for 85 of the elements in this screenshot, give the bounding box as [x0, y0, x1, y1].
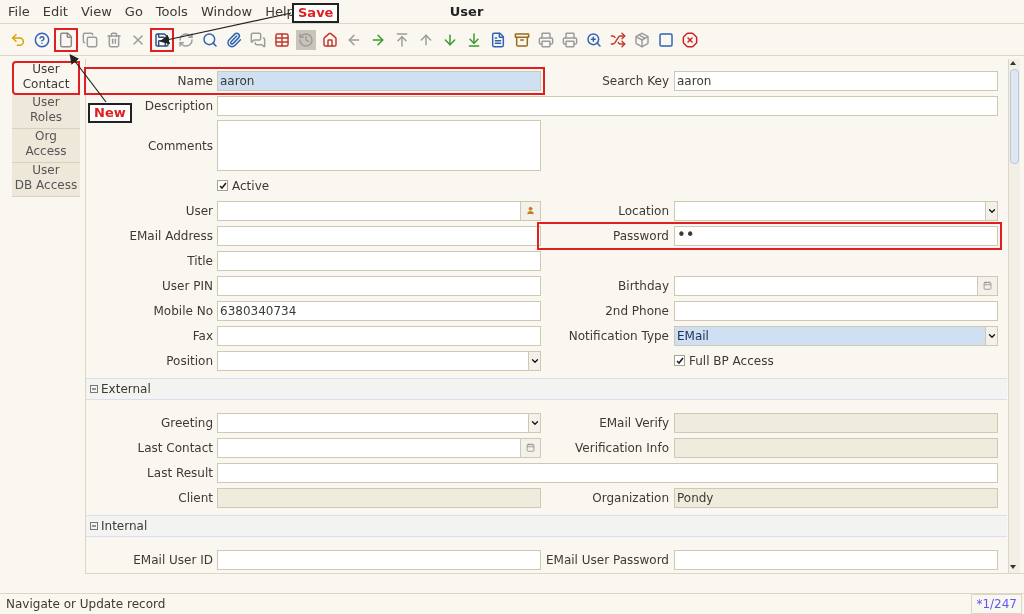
text-field[interactable] [217, 549, 541, 570]
field-label: Client [178, 490, 213, 505]
callout-label: Save [292, 3, 340, 23]
field-label: Description [144, 98, 213, 113]
field-label: Mobile No [153, 303, 213, 318]
field-label: 2nd Phone [605, 303, 669, 318]
field-label: Password [612, 228, 669, 243]
collapse-icon[interactable] [90, 385, 98, 393]
calendar-icon[interactable] [520, 438, 540, 457]
date-field[interactable] [674, 275, 998, 296]
field-label: Title [187, 253, 213, 268]
save-icon[interactable] [152, 29, 172, 50]
new-document-icon[interactable] [56, 29, 76, 50]
menu-item[interactable]: Edit [42, 1, 68, 22]
section-header[interactable]: Internal [86, 515, 1007, 537]
field-label: Fax [192, 328, 213, 343]
menu-item[interactable]: File [8, 1, 30, 22]
field-label: User [185, 203, 213, 218]
password-field[interactable]: •• [674, 225, 998, 246]
field-value: aaron [220, 72, 255, 90]
section-header[interactable]: External [86, 378, 1007, 400]
tab[interactable]: User DB Access [12, 163, 80, 197]
text-field[interactable] [217, 325, 541, 346]
scroll-up-icon[interactable] [1009, 59, 1017, 67]
comments-field[interactable] [217, 120, 541, 171]
arrow [69, 54, 107, 103]
field-value: Pondy [677, 489, 714, 507]
text-field[interactable]: aaron [674, 70, 998, 91]
field-label: Search Key [602, 73, 669, 88]
tab[interactable]: User Roles [12, 95, 80, 129]
checkbox-label: Active [232, 177, 270, 195]
tab[interactable]: User Contact [12, 61, 80, 95]
menu-item[interactable]: View [80, 1, 112, 22]
window-title: User [449, 2, 484, 21]
calendar-icon[interactable] [977, 276, 997, 295]
field-label: User PIN [162, 278, 213, 293]
text-field[interactable] [217, 225, 541, 246]
field-label: Comments [147, 138, 213, 153]
field-label: EMail User Password [546, 552, 669, 567]
field-label: Name [177, 73, 213, 88]
field-label: Organization [592, 490, 669, 505]
field-label: Last Result [147, 465, 213, 480]
field-value: aaron [677, 72, 712, 90]
record-counter: *1/247 [971, 594, 1022, 614]
field-value: •• [677, 228, 695, 243]
dropdown-field[interactable] [217, 350, 541, 371]
text-field[interactable] [217, 462, 998, 483]
menu-item[interactable]: Go [124, 1, 143, 22]
lookup-field[interactable] [217, 200, 541, 221]
field-label: Location [618, 203, 669, 218]
field-label: Position [166, 353, 213, 368]
tab[interactable]: Org Access [12, 129, 80, 163]
text-field[interactable]: 6380340734 [217, 300, 541, 321]
field-label: Verification Info [575, 440, 669, 455]
menu-item[interactable]: Window [200, 1, 253, 22]
collapse-icon[interactable] [90, 522, 98, 530]
dropdown-field[interactable] [674, 200, 998, 221]
callout-label: New [88, 103, 132, 123]
dropdown-field[interactable] [217, 412, 541, 433]
text-field[interactable] [674, 549, 998, 570]
field-value: EMail [677, 328, 709, 343]
field-value: 6380340734 [220, 302, 297, 320]
person-icon[interactable] [520, 201, 540, 220]
field-label: Greeting [161, 415, 213, 430]
status-message: Navigate or Update record [5, 596, 167, 613]
checkbox-label: Full BP Access [689, 352, 774, 370]
text-field[interactable] [217, 275, 541, 296]
field-label: Notification Type [568, 328, 669, 343]
text-field[interactable] [674, 300, 998, 321]
menu-item[interactable]: Tools [155, 1, 188, 22]
scrollbar[interactable] [1008, 59, 1020, 573]
field-label: Last Contact [137, 440, 213, 455]
text-field[interactable] [217, 250, 541, 271]
scrollbar-thumb[interactable] [1010, 69, 1019, 164]
checkbox[interactable] [674, 355, 685, 366]
scroll-down-icon[interactable] [1009, 563, 1017, 571]
text-field[interactable] [217, 95, 998, 116]
field-label: EMail Verify [599, 415, 669, 430]
checkbox[interactable] [217, 180, 228, 191]
text-field[interactable]: aaron [217, 70, 541, 91]
field-label: Birthday [618, 278, 669, 293]
field-label: EMail Address [129, 228, 213, 243]
date-field[interactable] [217, 437, 541, 458]
dropdown-field[interactable]: EMail [674, 325, 998, 346]
field-label: EMail User ID [133, 552, 213, 567]
